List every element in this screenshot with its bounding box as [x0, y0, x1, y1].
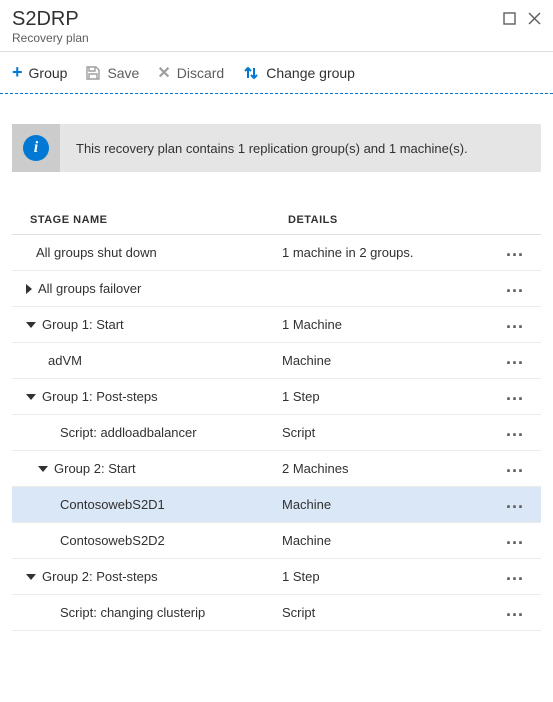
row-details-cell: 1 Machine — [282, 317, 495, 332]
row-stage-label: Group 2: Start — [54, 461, 136, 476]
row-details-cell: Script — [282, 605, 495, 620]
chevron-down-icon[interactable] — [26, 394, 36, 400]
page-subtitle: Recovery plan — [12, 31, 89, 45]
row-stage-cell: Group 1: Start — [12, 317, 282, 332]
row-stage-label: Group 1: Post-steps — [42, 389, 158, 404]
table-row[interactable]: All groups failover... — [12, 271, 541, 307]
table-row[interactable]: adVMMachine... — [12, 343, 541, 379]
info-icon: i — [23, 135, 49, 161]
blade-header: S2DRP Recovery plan — [0, 0, 553, 52]
row-stage-cell: Group 1: Post-steps — [12, 389, 282, 404]
chevron-down-icon[interactable] — [38, 466, 48, 472]
row-stage-label: Script: addloadbalancer — [60, 425, 197, 440]
info-icon-container: i — [12, 124, 60, 172]
header-title-group: S2DRP Recovery plan — [12, 8, 89, 45]
row-details-cell: Script — [282, 425, 495, 440]
row-stage-cell: Group 2: Start — [12, 461, 282, 476]
toolbar: + Group Save ✕ Discard Change group — [0, 52, 553, 94]
chevron-right-icon[interactable] — [26, 284, 32, 294]
column-header-details[interactable]: DETAILS — [288, 214, 535, 226]
discard-button[interactable]: ✕ Discard — [157, 63, 224, 83]
row-details-cell: Machine — [282, 497, 495, 512]
row-stage-label: Group 2: Post-steps — [42, 569, 158, 584]
recovery-plan-table: STAGE NAME DETAILS All groups shut down 1… — [12, 206, 541, 631]
row-stage-cell: ContosowebS2D2 — [12, 533, 282, 548]
row-details-cell: 1 machine in 2 groups. — [282, 245, 495, 260]
plus-icon: + — [12, 62, 23, 83]
row-stage-cell: Script: changing clusterip — [12, 605, 282, 620]
row-details-cell: 2 Machines — [282, 461, 495, 476]
row-stage-label: All groups failover — [38, 281, 141, 296]
discard-button-label: Discard — [177, 65, 224, 81]
window-controls — [503, 8, 541, 28]
table-row[interactable]: Group 2: Post-steps1 Step... — [12, 559, 541, 595]
table-row[interactable]: Group 1: Start1 Machine... — [12, 307, 541, 343]
row-stage-cell: All groups shut down — [12, 245, 282, 260]
save-icon — [85, 65, 101, 81]
row-stage-cell: Script: addloadbalancer — [12, 425, 282, 440]
row-stage-label: Group 1: Start — [42, 317, 124, 332]
table-row[interactable]: ContosowebS2D2Machine... — [12, 523, 541, 559]
info-banner-text: This recovery plan contains 1 replicatio… — [76, 141, 468, 156]
table-row[interactable]: Group 2: Start2 Machines... — [12, 451, 541, 487]
row-details-cell: Machine — [282, 533, 495, 548]
change-group-button[interactable]: Change group — [242, 64, 355, 82]
table-row[interactable]: ContosowebS2D1Machine... — [12, 487, 541, 523]
swap-arrows-icon — [242, 64, 260, 82]
row-details-cell: Machine — [282, 353, 495, 368]
restore-icon[interactable] — [503, 12, 516, 28]
row-stage-cell: All groups failover — [12, 281, 282, 296]
page-title: S2DRP — [12, 8, 89, 31]
discard-icon: ✕ — [157, 63, 170, 83]
row-stage-label: Script: changing clusterip — [60, 605, 205, 620]
row-details-cell: 1 Step — [282, 569, 495, 584]
chevron-down-icon[interactable] — [26, 574, 36, 580]
row-stage-cell: Group 2: Post-steps — [12, 569, 282, 584]
table-row[interactable]: Script: changing clusteripScript... — [12, 595, 541, 631]
table-row[interactable]: Script: addloadbalancerScript... — [12, 415, 541, 451]
group-button-label: Group — [29, 65, 68, 81]
row-stage-cell: ContosowebS2D1 — [12, 497, 282, 512]
row-stage-label: adVM — [48, 353, 82, 368]
chevron-down-icon[interactable] — [26, 322, 36, 328]
change-group-button-label: Change group — [266, 65, 355, 81]
table-body: All groups shut down 1 machine in 2 group… — [12, 235, 541, 631]
row-stage-label: ContosowebS2D2 — [60, 533, 165, 548]
info-banner: i This recovery plan contains 1 replicat… — [12, 124, 541, 172]
save-button[interactable]: Save — [85, 65, 139, 81]
save-button-label: Save — [107, 65, 139, 81]
table-header: STAGE NAME DETAILS — [12, 206, 541, 235]
table-row[interactable]: All groups shut down 1 machine in 2 group… — [12, 235, 541, 271]
close-icon[interactable] — [528, 12, 541, 28]
group-button[interactable]: + Group — [12, 62, 67, 83]
column-header-stage[interactable]: STAGE NAME — [18, 214, 288, 226]
row-stage-label: ContosowebS2D1 — [60, 497, 165, 512]
row-stage-cell: adVM — [12, 353, 282, 368]
table-row[interactable]: Group 1: Post-steps1 Step... — [12, 379, 541, 415]
row-stage-label: All groups shut down — [36, 245, 157, 260]
row-details-cell: 1 Step — [282, 389, 495, 404]
